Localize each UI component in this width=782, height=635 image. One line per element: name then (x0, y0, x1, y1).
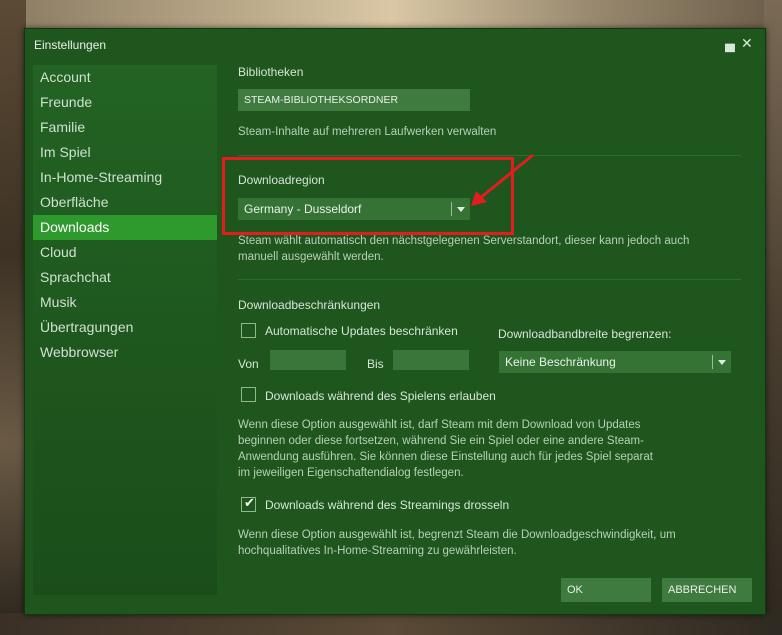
chevron-down-icon (457, 207, 465, 212)
downloads-during-play-label: Downloads während des Spielens erlauben (265, 389, 496, 403)
settings-sidebar: Account Freunde Familie Im Spiel In-Home… (33, 65, 217, 595)
sidebar-item-interface[interactable]: Oberfläche (33, 190, 217, 215)
section-divider (238, 279, 741, 280)
ok-button[interactable]: OK (561, 578, 651, 602)
download-region-value: Germany - Dusseldorf (244, 202, 362, 216)
close-icon[interactable]: ✕ (741, 35, 753, 51)
throttle-streaming-label: Downloads während des Streamings drossel… (265, 498, 510, 512)
download-region-dropdown[interactable]: Germany - Dusseldorf (238, 198, 470, 220)
auto-updates-checkbox[interactable] (241, 323, 256, 338)
from-label: Von (238, 357, 259, 371)
sidebar-item-in-home-streaming[interactable]: In-Home-Streaming (33, 165, 217, 190)
bandwidth-dropdown[interactable]: Keine Beschränkung (499, 351, 731, 373)
window-title: Einstellungen (34, 38, 107, 52)
sidebar-item-music[interactable]: Musik (33, 290, 217, 315)
annotation-highlight-box (222, 157, 514, 235)
dropdown-divider (712, 355, 713, 369)
libraries-heading: Bibliotheken (238, 65, 304, 79)
bandwidth-value: Keine Beschränkung (505, 355, 616, 369)
title-bar: Einstellungen ▄ ✕ (25, 29, 765, 59)
to-label: Bis (367, 357, 384, 371)
downloads-during-play-checkbox[interactable] (241, 387, 256, 402)
throttle-streaming-hint: Wenn diese Option ausgewählt ist, begren… (238, 529, 676, 557)
libraries-hint: Steam-Inhalte auf mehreren Laufwerken ve… (238, 126, 497, 138)
sidebar-item-family[interactable]: Familie (33, 115, 217, 140)
sidebar-item-voice-chat[interactable]: Sprachchat (33, 265, 217, 290)
sidebar-item-in-game[interactable]: Im Spiel (33, 140, 217, 165)
throttle-streaming-checkbox[interactable]: ✔ (241, 495, 256, 512)
minimize-icon[interactable]: ▄ (725, 35, 735, 51)
desktop-background-left (0, 0, 26, 635)
cancel-button[interactable]: ABBRECHEN (662, 578, 752, 602)
desktop-background-top (0, 0, 782, 28)
from-time-input[interactable] (270, 350, 346, 370)
downloads-during-play-hint: Wenn diese Option ausgewählt ist, darf S… (238, 419, 653, 479)
to-time-input[interactable] (393, 350, 469, 370)
bandwidth-label: Downloadbandbreite begrenzen: (498, 327, 672, 341)
sidebar-item-web-browser[interactable]: Webbrowser (33, 340, 217, 365)
desktop-background-bottom (0, 613, 782, 635)
desktop-background-right (764, 0, 782, 635)
section-divider (238, 155, 741, 156)
library-folders-button[interactable]: STEAM-BIBLIOTHEKSORDNER (238, 89, 470, 111)
chevron-down-icon (718, 360, 726, 365)
checkmark-icon: ✔ (244, 495, 255, 510)
dropdown-divider (451, 202, 452, 216)
restrictions-heading: Downloadbeschränkungen (238, 298, 381, 312)
annotation-arrow-icon (471, 153, 534, 206)
sidebar-item-downloads[interactable]: Downloads (33, 215, 217, 240)
settings-window: Einstellungen ▄ ✕ Account Freunde Famili… (24, 28, 766, 615)
sidebar-item-account[interactable]: Account (33, 65, 217, 90)
sidebar-item-friends[interactable]: Freunde (33, 90, 217, 115)
sidebar-item-cloud[interactable]: Cloud (33, 240, 217, 265)
download-region-hint: Steam wählt automatisch den nächstgelege… (238, 235, 690, 263)
auto-updates-label: Automatische Updates beschränken (265, 324, 458, 338)
download-region-heading: Downloadregion (238, 173, 325, 187)
sidebar-item-broadcasting[interactable]: Übertragungen (33, 315, 217, 340)
